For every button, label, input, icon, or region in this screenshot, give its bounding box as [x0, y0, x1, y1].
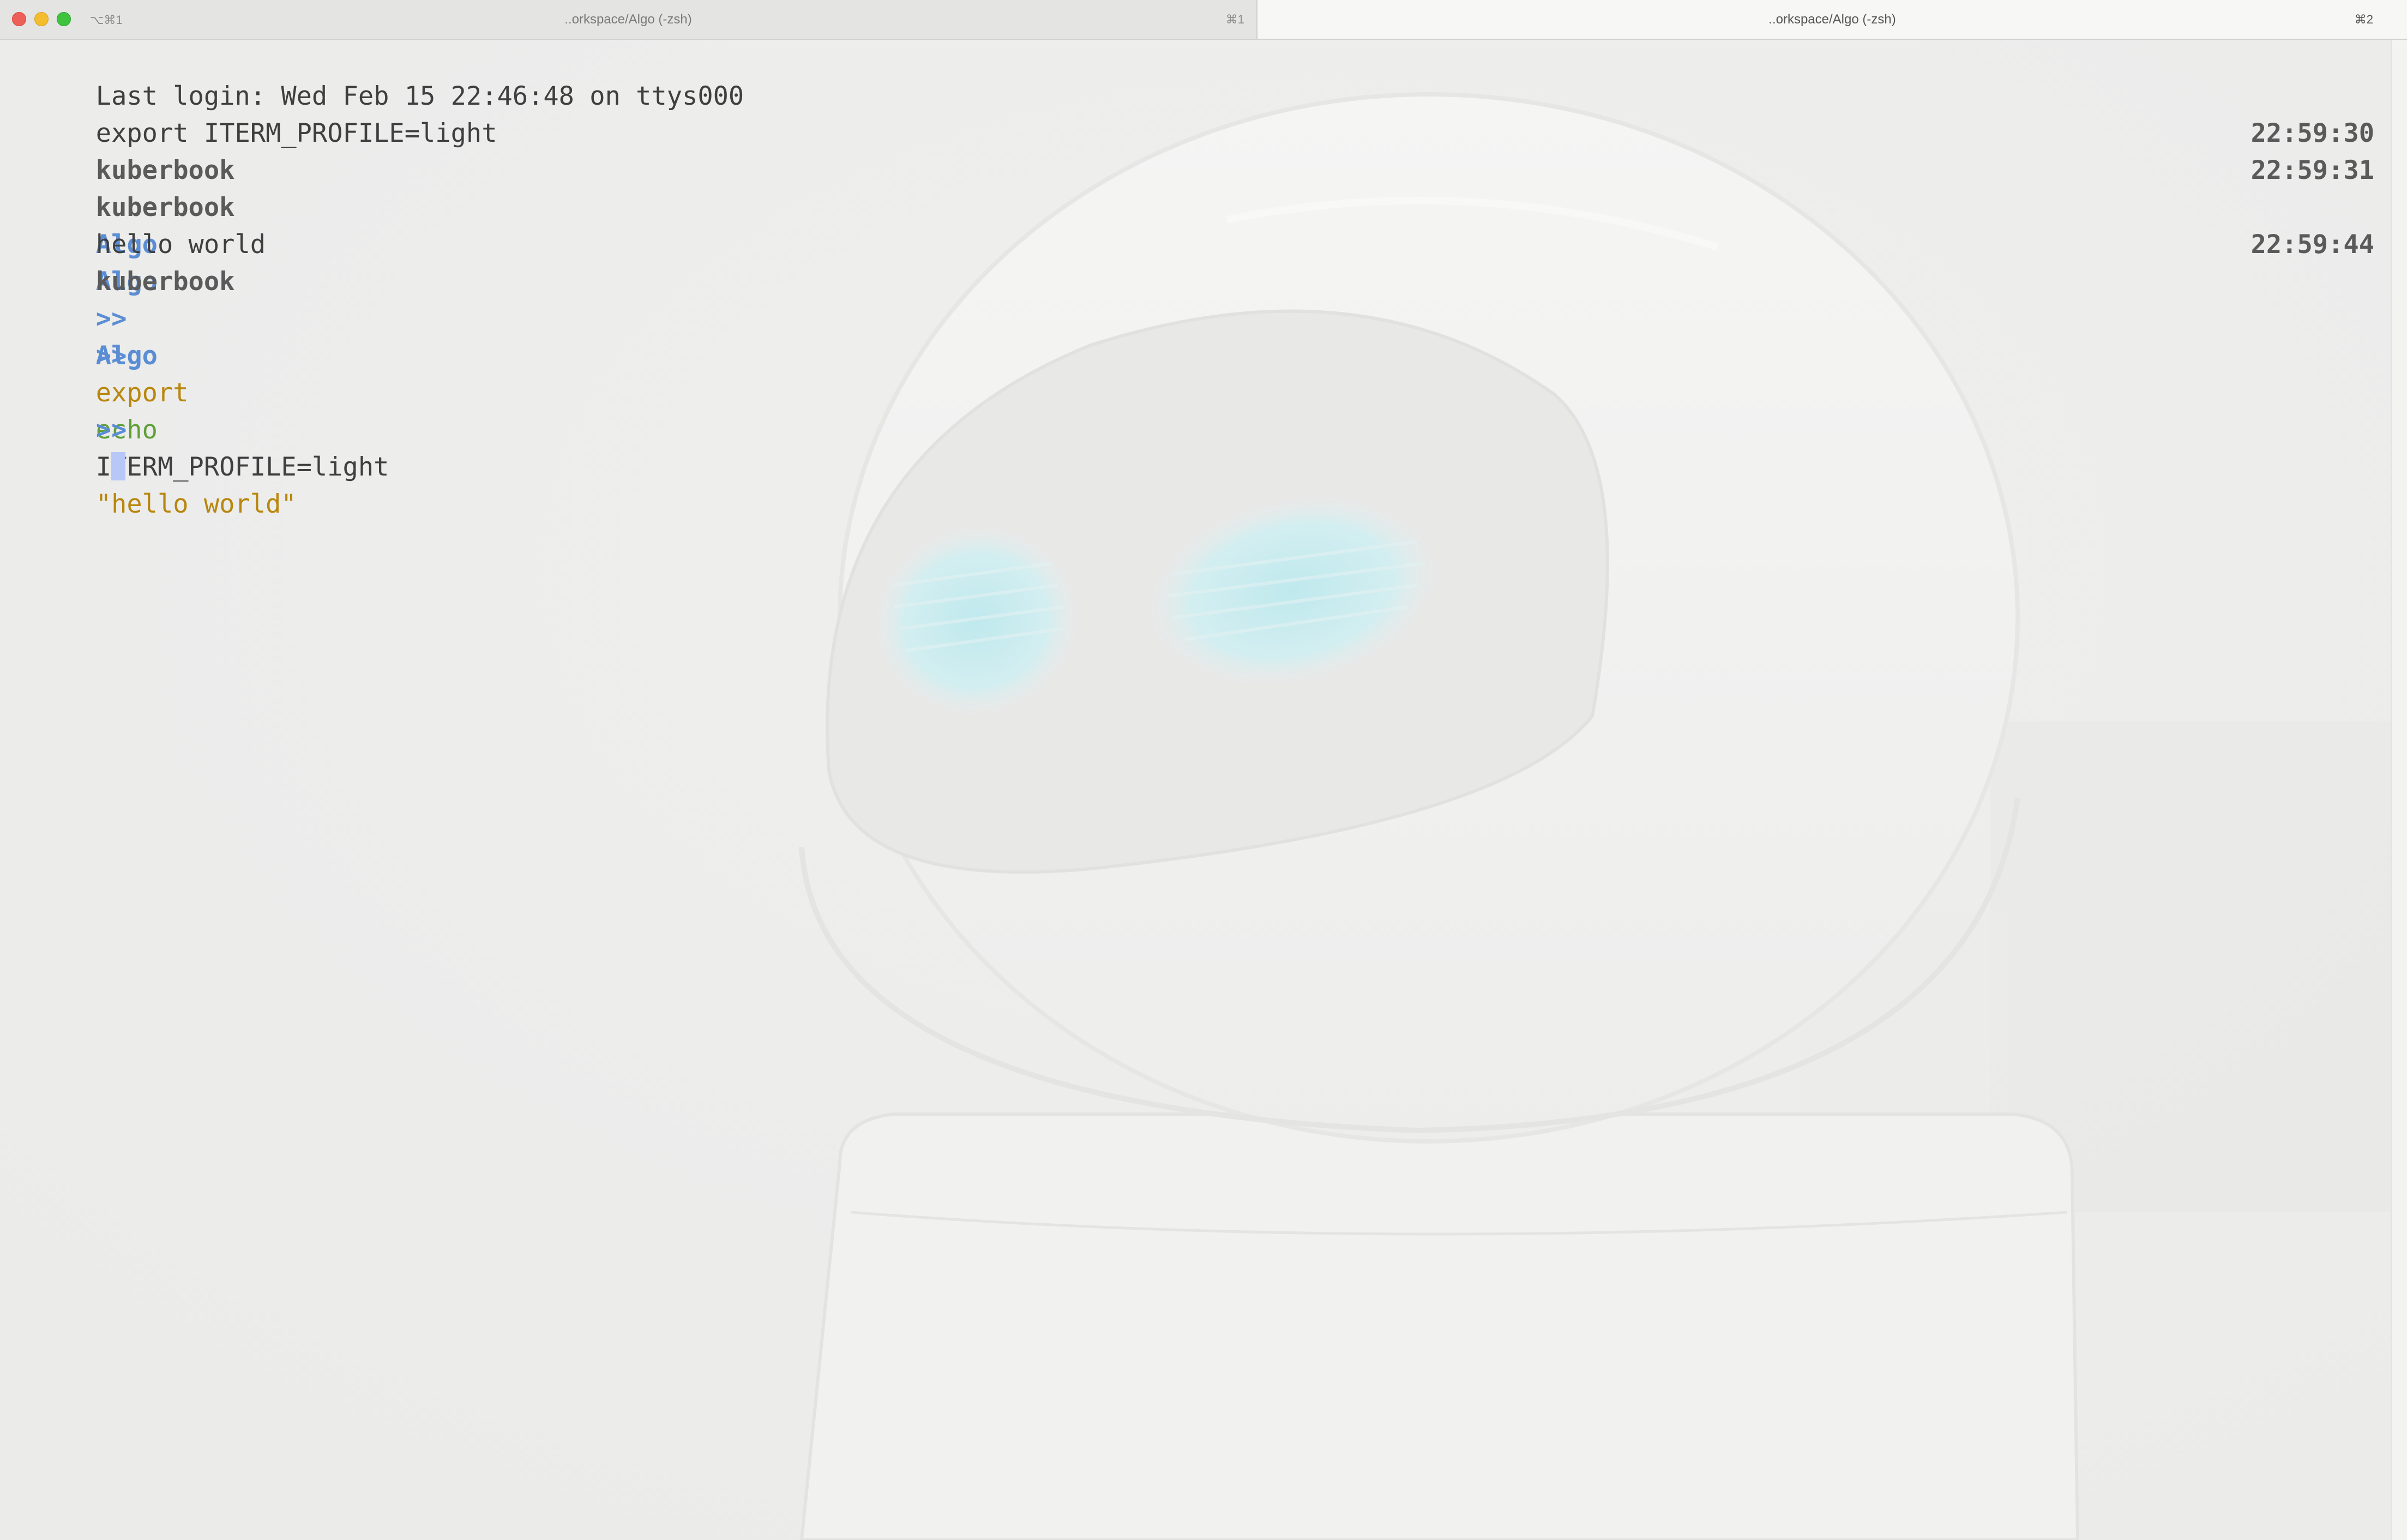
env-line: export ITERM_PROFILE=light — [3, 78, 2374, 148]
close-button-icon[interactable] — [12, 12, 26, 26]
output-line: hello world — [3, 189, 2374, 260]
command-line: kuberbook Algo >> echo "hello world" 22:… — [3, 152, 2374, 519]
prompt-timestamp: 22:59:44 — [2250, 230, 2374, 260]
minimize-button-icon[interactable] — [34, 12, 49, 26]
text-cursor[interactable] — [111, 452, 126, 480]
robot-head-wallpaper — [0, 40, 2407, 1540]
tab-1[interactable]: ⌥⌘1 ..orkspace/Algo (-zsh) ⌘1 — [0, 0, 1257, 39]
tab-shortcut: ⌘2 — [2354, 12, 2373, 26]
zoom-button-icon[interactable] — [57, 12, 71, 26]
window-controls — [12, 12, 71, 26]
prompt-host: kuberbook — [95, 267, 235, 297]
title-bar: ⌥⌘1 ..orkspace/Algo (-zsh) ⌘1 ..orkspace… — [0, 0, 2407, 40]
tab-title: ..orkspace/Algo (-zsh) — [564, 11, 692, 27]
tab-shortcut: ⌘1 — [1225, 12, 1244, 26]
scrollbar[interactable] — [2391, 40, 2407, 1540]
command-args: "hello world" — [95, 489, 297, 519]
tab-2[interactable]: ..orkspace/Algo (-zsh) ⌘2 — [1257, 0, 2407, 39]
command-args: ITERM_PROFILE=light — [95, 452, 389, 482]
terminal-output: Last login: Wed Feb 15 22:46:48 on ttys0… — [3, 40, 2374, 519]
prompt-arrow: >> — [95, 415, 127, 445]
tab-title: ..orkspace/Algo (-zsh) — [1768, 11, 1896, 27]
terminal-pane[interactable]: Last login: Wed Feb 15 22:46:48 on ttys0… — [0, 40, 2407, 1540]
last-login-line: Last login: Wed Feb 15 22:46:48 on ttys0… — [3, 41, 2374, 111]
command-line: kuberbook Algo >> export ITERM_PROFILE=l… — [3, 115, 2374, 482]
command-timestamp: 22:59:30 — [2250, 118, 2374, 148]
current-prompt-line[interactable]: kuberbook Algo >> 22:59:44 — [3, 226, 2374, 480]
prompt-dir: Algo — [95, 341, 158, 371]
window-shortcut: ⌥⌘1 — [90, 13, 123, 27]
command-timestamp: 22:59:31 — [2250, 155, 2374, 185]
